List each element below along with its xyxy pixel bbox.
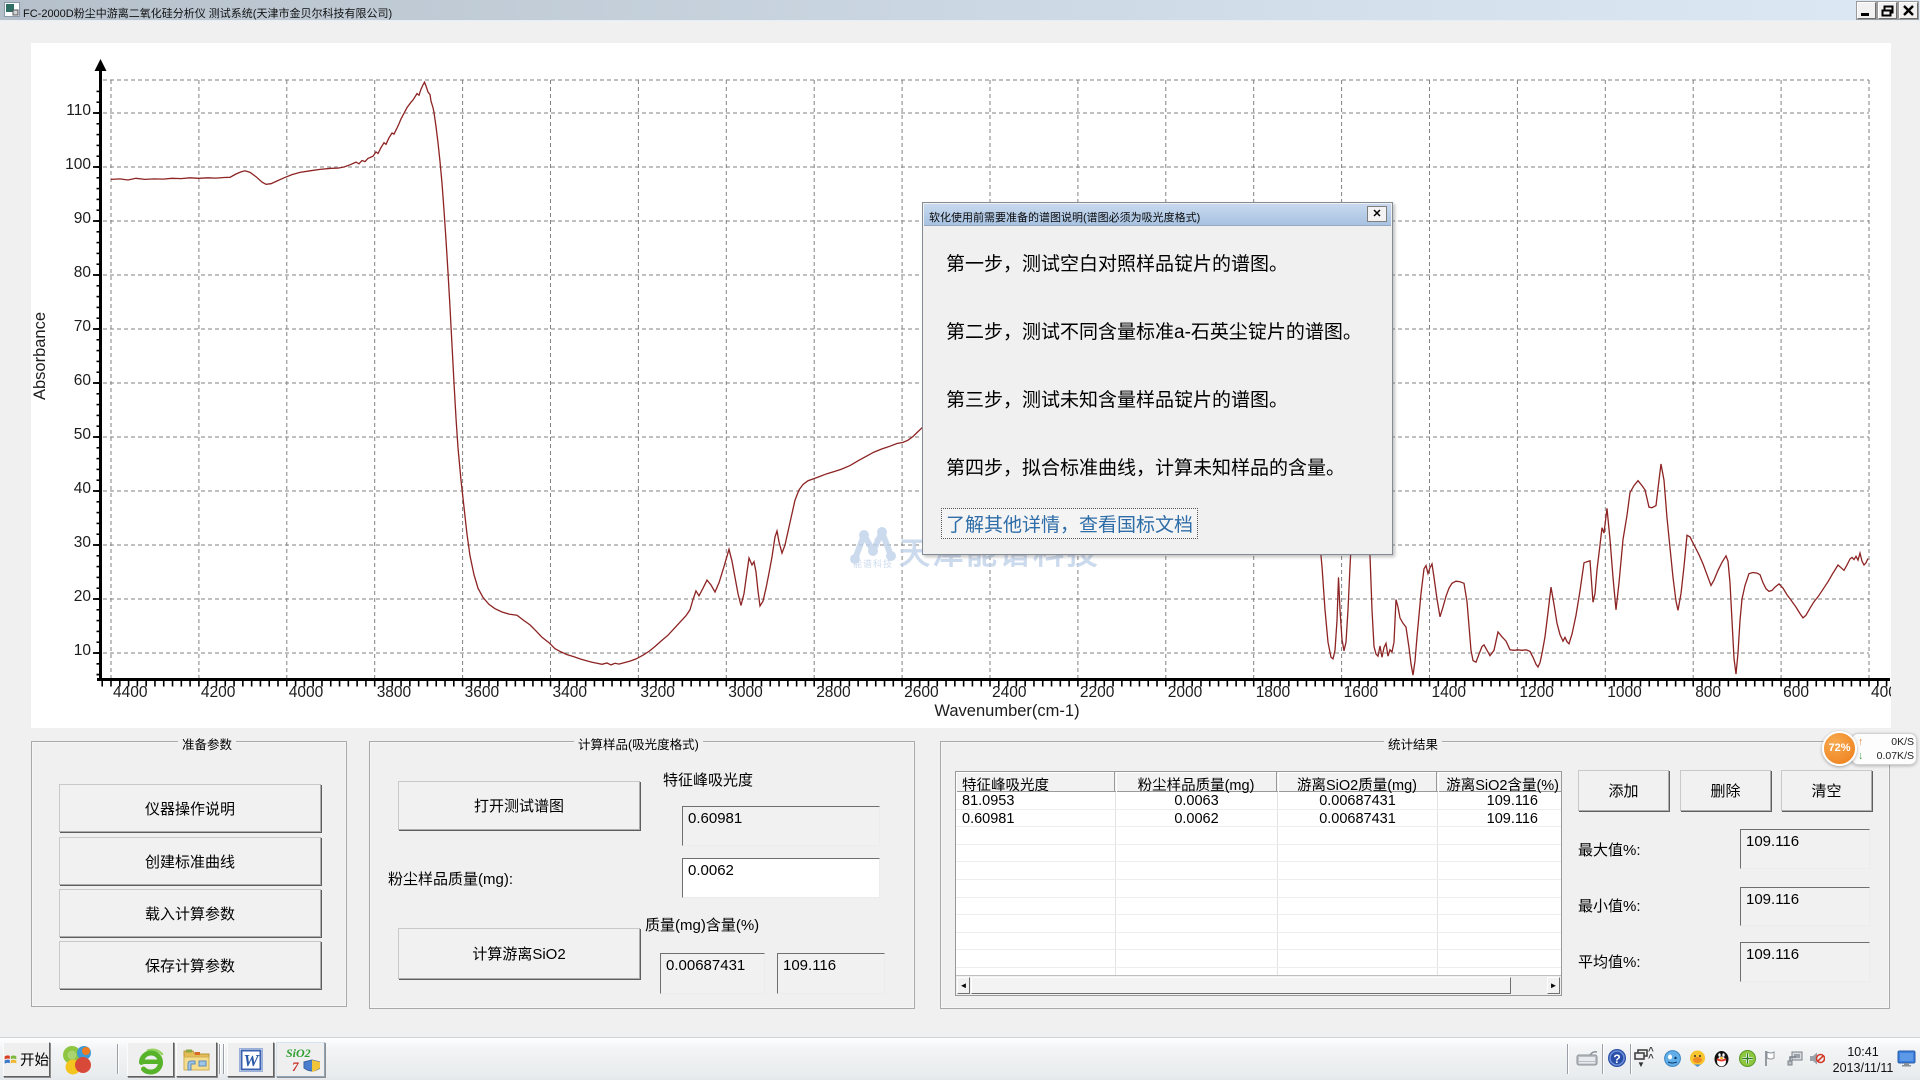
svg-text:2200: 2200 <box>1080 684 1115 701</box>
svg-text:3400: 3400 <box>553 684 588 701</box>
svg-text:7: 7 <box>292 1059 299 1074</box>
svg-text:能谱科技: 能谱科技 <box>853 558 893 569</box>
svg-text:3000: 3000 <box>728 684 763 701</box>
svg-text:50: 50 <box>74 426 92 443</box>
svg-text:Absorbance: Absorbance <box>31 312 49 400</box>
svg-text:1600: 1600 <box>1344 684 1379 701</box>
svg-text:SiO2: SiO2 <box>286 1046 311 1060</box>
svg-text:4400: 4400 <box>113 684 148 701</box>
svg-text:2000: 2000 <box>1168 684 1203 701</box>
svg-text:10: 10 <box>74 642 92 659</box>
svg-text:80: 80 <box>74 264 92 281</box>
svg-text:W: W <box>243 1051 260 1070</box>
svg-text:4000: 4000 <box>289 684 324 701</box>
svg-text:1800: 1800 <box>1256 684 1291 701</box>
svg-text:60: 60 <box>74 372 92 389</box>
svg-text:Wavenumber(cm-1): Wavenumber(cm-1) <box>934 702 1079 720</box>
svg-text:2600: 2600 <box>904 684 939 701</box>
svg-text:2800: 2800 <box>816 684 851 701</box>
svg-text:3800: 3800 <box>377 684 412 701</box>
svg-text:400: 400 <box>1871 684 1891 701</box>
svg-text:90: 90 <box>74 210 92 227</box>
svg-text:600: 600 <box>1783 684 1809 701</box>
svg-text:3600: 3600 <box>465 684 500 701</box>
svg-text:110: 110 <box>66 102 91 119</box>
svg-text:4200: 4200 <box>201 684 236 701</box>
svg-text:20: 20 <box>74 588 92 605</box>
svg-text:100: 100 <box>65 156 91 173</box>
svg-text:1400: 1400 <box>1432 684 1467 701</box>
svg-text:800: 800 <box>1695 684 1721 701</box>
svg-text:2400: 2400 <box>992 684 1027 701</box>
svg-text:1000: 1000 <box>1607 684 1642 701</box>
svg-text:3200: 3200 <box>640 684 675 701</box>
svg-text:1200: 1200 <box>1519 684 1554 701</box>
svg-text:NP: NP <box>874 538 884 545</box>
svg-text:30: 30 <box>74 534 92 551</box>
svg-text:40: 40 <box>74 480 92 497</box>
svg-text:70: 70 <box>74 318 92 335</box>
svg-text:?: ? <box>1613 1052 1620 1066</box>
